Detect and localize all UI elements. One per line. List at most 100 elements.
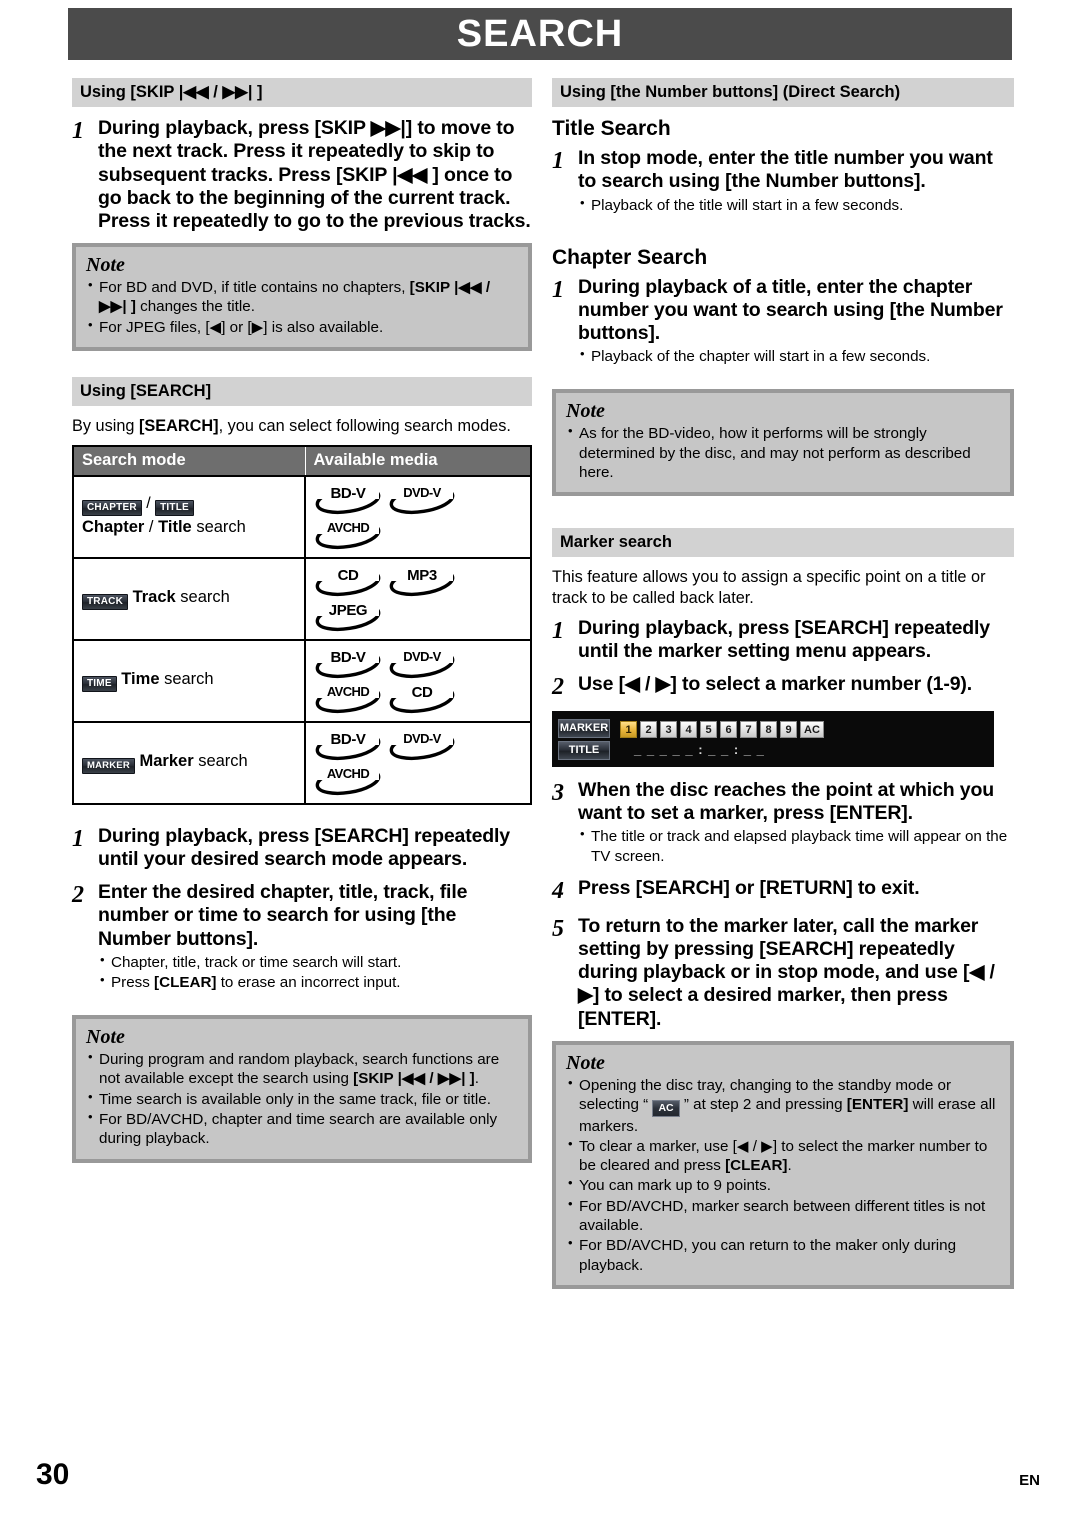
osd-marker-all-clear[interactable]: AC [800,721,824,739]
osd-marker-number-8[interactable]: 8 [760,721,777,739]
all-clear-badge-icon: AC [652,1100,680,1117]
subheading-title-search: Title Search [552,117,671,141]
title-search-step-1: 1 In stop mode, enter the title number y… [552,147,1014,216]
media-disc-label: BD-V [330,730,366,748]
osd-marker-tag: MARKER [558,718,610,738]
mode-label-tail: search [159,670,214,689]
track-tag-icon: TRACK [82,594,128,611]
mode-label-bold-1: Track [132,588,176,607]
media-disc-icon: CD [388,681,456,715]
step-bullet: Press [CLEAR] to erase an incorrect inpu… [98,972,532,992]
media-disc-icon: MP3 [388,564,456,598]
mode-label-tail: search [191,518,246,537]
osd-marker-number-9[interactable]: 9 [780,721,797,739]
media-disc-icon: AVCHD [314,681,382,715]
marker-step-5: 5 To return to the marker later, call th… [552,915,1014,1031]
page-title-banner: SEARCH [68,8,1012,60]
osd-marker-number-1[interactable]: 1 [620,721,637,739]
media-disc-label: CD [337,566,359,584]
search-intro-bold: [SEARCH] [138,417,219,436]
osd-marker-number-5[interactable]: 5 [700,721,717,739]
search-modes-table: Search mode Available media CHAPTER / TI… [72,444,532,805]
osd-marker-number-3[interactable]: 3 [660,721,677,739]
language-code: EN [1019,1472,1040,1489]
time-tag-icon: TIME [82,676,117,693]
osd-marker-number-6[interactable]: 6 [720,721,737,739]
step-bullet-a: Press [111,973,155,991]
step-number: 2 [552,673,564,700]
note-bullet: Opening the disc tray, changing to the s… [566,1075,1000,1136]
media-disc-icon: BD-V [314,728,382,762]
media-disc-icon: AVCHD [314,517,382,551]
note-label: Note [566,400,605,423]
note-box-skip: Note For BD and DVD, if title contains n… [72,243,532,352]
step-bullet: Chapter, title, track or time search wil… [98,952,532,972]
mode-tags: CHAPTER / TITLE [82,495,296,517]
step-text: Use [◀ / ▶] to select a marker number (1… [578,672,973,695]
note-bullet: For BD and DVD, if title contains no cha… [86,277,518,317]
note-bullet: As for the BD-video, how it performs wil… [566,423,1000,482]
section-header-skip: Using [SKIP |◀◀ / ▶▶| ] [72,78,532,108]
media-icon-group: BD-V DVD-V AVCHD [314,482,522,551]
note-label: Note [566,1051,605,1074]
note-bullet-bold: [ENTER] [846,1096,909,1114]
media-disc-label: DVD-V [403,484,441,500]
step-text: Press [SEARCH] or [RETURN] to exit. [578,876,920,899]
subheading-chapter-search: Chapter Search [552,245,708,269]
mode-label-mid: / [144,518,159,537]
marker-osd-screenshot: MARKER TITLE 1 2 3 4 5 6 7 8 9 AC _ _ _ … [552,711,994,768]
step-text: To return to the marker later, call the … [578,914,995,1030]
note-bullet: For BD/AVCHD, you can return to the make… [566,1235,1000,1275]
chapter-tag-icon: CHAPTER [82,500,142,517]
step-text: During playback, press [SKIP ▶▶|] to mov… [98,117,531,232]
manual-page: SEARCH Using [SKIP |◀◀ / ▶▶| ] 1 During … [0,0,1080,1526]
media-disc-label: CD [411,683,433,701]
media-disc-label: AVCHD [326,519,370,535]
note-bullet: For BD/AVCHD, marker search between diff… [566,1196,1000,1236]
title-tag-icon: TITLE [155,500,194,517]
table-row: TIME Time search BD-V DVD-V AVCHD CD [73,638,531,722]
table-row: MARKER Marker search BD-V DVD-V AVCHD [73,720,531,804]
column-header-available-media: Available media [305,445,531,477]
note-bullet: You can mark up to 9 points. [566,1175,1000,1195]
note-bullet-tail: changes the title. [135,298,255,316]
mode-label-bold-1: Chapter [82,518,145,537]
step-number: 2 [72,882,84,909]
osd-marker-number-4[interactable]: 4 [680,721,697,739]
marker-tag-icon: MARKER [82,758,135,774]
osd-tag-column: MARKER TITLE [558,718,610,760]
page-number: 30 [36,1458,70,1491]
step-bullet: Playback of the title will start in a fe… [578,195,1014,215]
media-disc-icon: JPEG [314,599,382,633]
section-header-number-buttons: Using [the Number buttons] (Direct Searc… [552,78,1014,108]
osd-time-display: _ _ _ _ _ : _ _ : _ _ [634,742,765,758]
media-disc-icon: AVCHD [314,763,382,797]
table-row: CHAPTER / TITLE Chapter / Title search B… [73,474,531,558]
table-header-row: Search mode Available media [73,445,531,477]
step-number: 3 [552,780,564,807]
media-icon-group: BD-V DVD-V AVCHD [314,646,522,715]
mode-label-bold-1: Marker [139,752,194,771]
note-bullet: Time search is available only in the sam… [86,1089,518,1109]
media-disc-icon: BD-V [314,482,382,516]
media-disc-label: DVD-V [403,730,441,746]
osd-marker-number-2[interactable]: 2 [640,721,657,739]
note-bullet-text: For BD and DVD, if title contains no cha… [99,279,406,297]
media-disc-label: AVCHD [326,765,370,781]
osd-marker-number-row: 1 2 3 4 5 6 7 8 9 AC [620,721,824,739]
section-header-search: Using [SEARCH] [72,377,532,407]
skip-step-1: 1 During playback, press [SKIP ▶▶|] to m… [72,117,532,233]
marker-step-3: 3 When the disc reaches the point at whi… [552,779,1014,867]
media-icon-group: CD MP3 JPEG [314,564,522,633]
media-disc-icon: DVD-V [388,728,456,762]
step-text: During playback, press [SEARCH] repeated… [98,824,510,870]
mode-label-bold-1: Time [121,670,160,689]
note-label: Note [86,1026,125,1049]
note-bullet-b: ” at step 2 and pressing [679,1096,847,1114]
osd-marker-number-7[interactable]: 7 [740,721,757,739]
note-bullet-b: . [474,1070,479,1088]
mode-label-bold-2: Title [158,518,192,537]
step-number: 1 [552,148,564,175]
step-text: In stop mode, enter the title number you… [578,147,993,193]
note-bullet: During program and random playback, sear… [86,1049,518,1089]
